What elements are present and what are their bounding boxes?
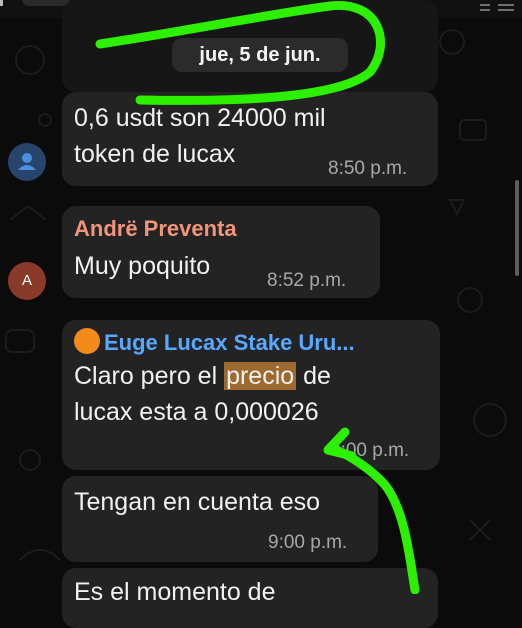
message-text: Claro pero el precio de <box>74 358 331 394</box>
message-text: lucax esta a 0,000026 <box>74 398 319 426</box>
sender-name[interactable]: Andrë Preventa <box>74 216 237 242</box>
header-pill <box>22 0 70 6</box>
message-text: 0,6 usdt son 24000 mil <box>74 104 326 132</box>
message-bubble-4[interactable]: Tengan en cuenta eso 9:00 p.m. <box>62 476 378 562</box>
message-time: 8:52 p.m. <box>267 270 347 291</box>
text-segment: de <box>296 362 331 390</box>
message-time: 9:00 p.m. <box>268 532 348 553</box>
person-icon <box>18 153 36 170</box>
back-icon[interactable] <box>0 0 17 6</box>
sender-name[interactable]: Euge Lucax Stake Uru... <box>74 328 355 356</box>
message-bubble-2[interactable]: Andrë Preventa Muy poquito 8:52 p.m. <box>62 206 380 298</box>
date-chip: jue, 5 de jun. <box>172 38 348 72</box>
message-text: Muy poquito <box>74 252 211 280</box>
message-text: token de lucax <box>74 140 236 168</box>
message-time: 8:50 p.m. <box>328 158 408 179</box>
scrollbar[interactable] <box>515 180 519 276</box>
menu-icon[interactable] <box>480 2 516 14</box>
message-text: Tengan en cuenta eso <box>74 488 321 516</box>
highlighted-word: precio <box>224 362 297 390</box>
message-bubble-3[interactable]: Euge Lucax Stake Uru... Claro pero el pr… <box>62 320 440 470</box>
sender-label: Euge Lucax Stake Uru... <box>104 330 355 355</box>
avatar[interactable] <box>8 143 46 181</box>
avatar[interactable]: A <box>8 262 46 300</box>
message-text: Es el momento de <box>74 578 276 606</box>
orange-circle-icon <box>74 328 100 354</box>
text-segment: Claro pero el <box>74 362 225 390</box>
message-time: 9:00 p.m. <box>330 440 410 461</box>
message-bubble-5[interactable]: Es el momento de <box>62 568 438 628</box>
message-bubble-1[interactable]: 0,6 usdt son 24000 mil token de lucax 8:… <box>62 92 438 186</box>
